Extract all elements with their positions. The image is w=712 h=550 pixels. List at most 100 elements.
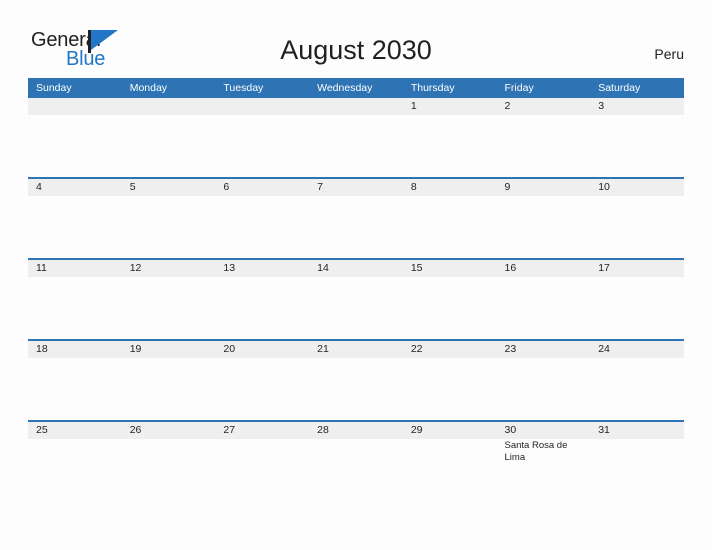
weekday-header-saturday: Saturday [590, 78, 684, 98]
day-cell-content: 18 [28, 341, 122, 420]
day-number: 6 [215, 179, 310, 196]
day-cell-content [309, 98, 403, 177]
day-number: 23 [496, 341, 591, 358]
day-cell-content [28, 98, 122, 177]
day-cell-content: 21 [309, 341, 403, 420]
day-number: 25 [28, 422, 122, 439]
day-number: 5 [121, 179, 216, 196]
day-number: 16 [496, 260, 591, 277]
day-number: 18 [28, 341, 122, 358]
calendar-day-cell[interactable]: 20 [215, 339, 310, 421]
day-number: 29 [402, 422, 497, 439]
day-number: 22 [402, 341, 497, 358]
calendar-day-cell[interactable]: 16 [496, 258, 591, 340]
calendar-day-cell[interactable]: 17 [590, 258, 684, 340]
weekday-header-tuesday: Tuesday [215, 78, 310, 98]
weekday-header-wednesday: Wednesday [309, 78, 403, 98]
day-cell-content [215, 98, 310, 177]
calendar-day-cell[interactable]: 3 [590, 98, 684, 178]
calendar-table: Sunday Monday Tuesday Wednesday Thursday… [28, 78, 684, 501]
calendar-day-cell[interactable]: 29 [402, 420, 497, 501]
day-number: 11 [28, 260, 122, 277]
day-cell-content: 10 [590, 179, 684, 258]
day-cell-content: 26 [121, 422, 216, 501]
calendar-empty-cell [309, 98, 403, 178]
day-cell-content: 7 [309, 179, 403, 258]
calendar-empty-cell [215, 98, 310, 178]
day-cell-content: 6 [215, 179, 310, 258]
calendar-day-cell[interactable]: 10 [590, 177, 684, 259]
day-number: 8 [402, 179, 497, 196]
calendar-day-cell[interactable]: 9 [496, 177, 591, 259]
day-cell-content: 16 [496, 260, 591, 339]
calendar-day-cell[interactable]: 6 [215, 177, 310, 259]
calendar-week-row: 18 19 20 21 22 23 24 [28, 339, 684, 421]
weekday-header-monday: Monday [121, 78, 216, 98]
day-number: 3 [590, 98, 684, 115]
calendar-day-cell[interactable]: 24 [590, 339, 684, 421]
calendar-day-cell[interactable]: 27 [215, 420, 310, 501]
calendar-day-cell[interactable]: 1 [402, 98, 497, 178]
weekday-header-friday: Friday [496, 78, 591, 98]
day-number: 10 [590, 179, 684, 196]
weekday-header-thursday: Thursday [402, 78, 497, 98]
day-number [121, 98, 216, 115]
page-title: August 2030 [280, 35, 432, 65]
calendar-day-cell[interactable]: 26 [121, 420, 216, 501]
day-cell-content: 17 [590, 260, 684, 339]
calendar-day-cell[interactable]: 11 [28, 258, 122, 340]
day-cell-content: 5 [121, 179, 216, 258]
day-cell-content: 27 [215, 422, 310, 501]
day-number [28, 98, 122, 115]
calendar-day-cell[interactable]: 13 [215, 258, 310, 340]
calendar-day-cell[interactable]: 23 [496, 339, 591, 421]
calendar-day-cell[interactable]: 2 [496, 98, 591, 178]
calendar-day-cell[interactable]: 30 Santa Rosa de Lima [496, 420, 591, 501]
day-cell-content: 1 [402, 98, 497, 177]
day-cell-content: 28 [309, 422, 403, 501]
country-label: Peru [654, 46, 684, 62]
weekday-header-sunday: Sunday [28, 78, 122, 98]
calendar-week-row: 123 [28, 98, 684, 178]
day-cell-content: 29 [402, 422, 497, 501]
day-cell-content: 24 [590, 341, 684, 420]
day-number [309, 98, 403, 115]
calendar-day-cell[interactable]: 14 [309, 258, 403, 340]
day-number: 4 [28, 179, 122, 196]
day-number: 19 [121, 341, 216, 358]
day-cell-content: 20 [215, 341, 310, 420]
day-cell-content: 13 [215, 260, 310, 339]
day-cell-content: 9 [496, 179, 591, 258]
day-number: 15 [402, 260, 497, 277]
day-cell-content: 19 [121, 341, 216, 420]
calendar-day-cell[interactable]: 28 [309, 420, 403, 501]
calendar-page: General Blue August 2030 Peru Sunday Mon… [0, 0, 712, 550]
calendar-day-cell[interactable]: 21 [309, 339, 403, 421]
calendar-day-cell[interactable]: 5 [121, 177, 216, 259]
calendar-day-cell[interactable]: 18 [28, 339, 122, 421]
day-cell-content: 23 [496, 341, 591, 420]
holiday-label: Santa Rosa de Lima [504, 440, 568, 463]
calendar-body: 1 2 3 4 5 6 7 8 9 10 11 12 13 14 15 16 17 18 19 20 21 22 23 24 2… [28, 98, 684, 501]
calendar-day-cell[interactable]: 15 [402, 258, 497, 340]
day-cell-content: 8 [402, 179, 497, 258]
day-number: 2 [496, 98, 591, 115]
calendar-week-row: 25 26 27 28 29 30 Santa Rosa de Lima 31 [28, 420, 684, 501]
day-cell-content: 14 [309, 260, 403, 339]
calendar-week-row: 4 5 6 7 8 9 10 [28, 177, 684, 259]
calendar-day-cell[interactable]: 19 [121, 339, 216, 421]
calendar-day-cell[interactable]: 7 [309, 177, 403, 259]
calendar-day-cell[interactable]: 8 [402, 177, 497, 259]
day-cell-content: 4 [28, 179, 122, 258]
calendar-day-cell[interactable]: 25 [28, 420, 122, 501]
calendar-header-row: Sunday Monday Tuesday Wednesday Thursday… [28, 78, 684, 98]
calendar-day-cell[interactable]: 4 [28, 177, 122, 259]
day-number: 12 [121, 260, 216, 277]
calendar-day-cell[interactable]: 31 [590, 420, 684, 501]
day-number: 28 [309, 422, 403, 439]
calendar-day-cell[interactable]: 22 [402, 339, 497, 421]
day-number [215, 98, 310, 115]
day-cell-content: 3 [590, 98, 684, 177]
day-number: 26 [121, 422, 216, 439]
calendar-day-cell[interactable]: 12 [121, 258, 216, 340]
